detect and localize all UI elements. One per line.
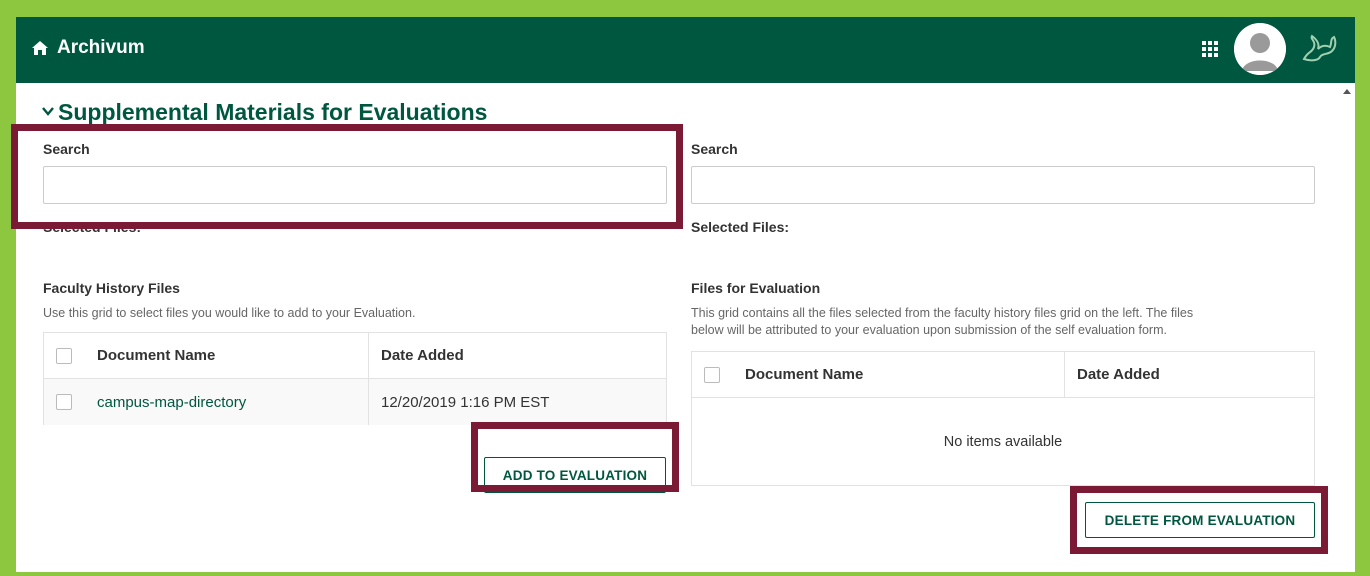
right-search-label: Search <box>691 141 738 157</box>
section-title: Supplemental Materials for Evaluations <box>58 99 488 125</box>
home-icon <box>31 40 49 56</box>
right-grid-description-line1: This grid contains all the files selecte… <box>691 306 1194 320</box>
select-all-checkbox[interactable] <box>56 347 72 364</box>
left-grid-title: Faculty History Files <box>43 280 180 296</box>
left-selected-files-label: Selected Files: <box>43 219 142 235</box>
brand-home-link[interactable]: Archivum <box>31 37 145 59</box>
left-search-input[interactable] <box>43 166 667 204</box>
select-all-checkbox[interactable] <box>704 366 720 383</box>
section-header[interactable]: Supplemental Materials for Evaluations <box>42 99 487 126</box>
left-grid-description: Use this grid to select files you would … <box>43 306 416 320</box>
apps-grid-icon[interactable] <box>1202 41 1218 57</box>
app-title: Archivum <box>57 37 145 58</box>
user-avatar-icon[interactable] <box>1234 23 1286 75</box>
empty-grid-message: No items available <box>943 434 1063 450</box>
bull-horns-logo-icon <box>1300 33 1340 65</box>
chevron-down-icon <box>42 103 54 121</box>
column-header-date-added[interactable]: Date Added <box>1064 352 1160 397</box>
vertical-scrollbar[interactable] <box>1339 83 1355 572</box>
right-selected-files-label: Selected Files: <box>691 219 790 235</box>
right-grid-description-line2: below will be attributed to your evaluat… <box>691 323 1167 337</box>
grid-header-row: Document Name Date Added <box>44 333 666 379</box>
row-checkbox[interactable] <box>56 394 72 410</box>
column-header-document-name[interactable]: Document Name <box>97 333 215 378</box>
column-header-document-name[interactable]: Document Name <box>745 352 863 397</box>
document-name-link[interactable]: campus-map-directory <box>97 379 246 425</box>
grid-header-row: Document Name Date Added <box>692 352 1314 398</box>
table-row[interactable]: campus-map-directory 12/20/2019 1:16 PM … <box>44 379 666 425</box>
right-grid-title: Files for Evaluation <box>691 280 821 296</box>
main-content: Supplemental Materials for Evaluations S… <box>16 83 1339 572</box>
delete-from-evaluation-button[interactable]: DELETE FROM EVALUATION <box>1085 502 1315 538</box>
left-search-label: Search <box>43 141 90 157</box>
date-added-cell: 12/20/2019 1:16 PM EST <box>368 379 549 425</box>
add-to-evaluation-button[interactable]: ADD TO EVALUATION <box>484 457 666 493</box>
column-header-date-added[interactable]: Date Added <box>368 333 464 378</box>
scroll-up-icon[interactable] <box>1343 89 1351 94</box>
app-window: Archivum Supplemental Materials for Eval… <box>16 17 1355 572</box>
files-for-evaluation-grid: Document Name Date Added No items availa… <box>691 351 1315 486</box>
top-nav-bar: Archivum <box>16 17 1355 83</box>
faculty-history-grid: Document Name Date Added campus-map-dire… <box>43 332 667 425</box>
right-search-input[interactable] <box>691 166 1315 204</box>
